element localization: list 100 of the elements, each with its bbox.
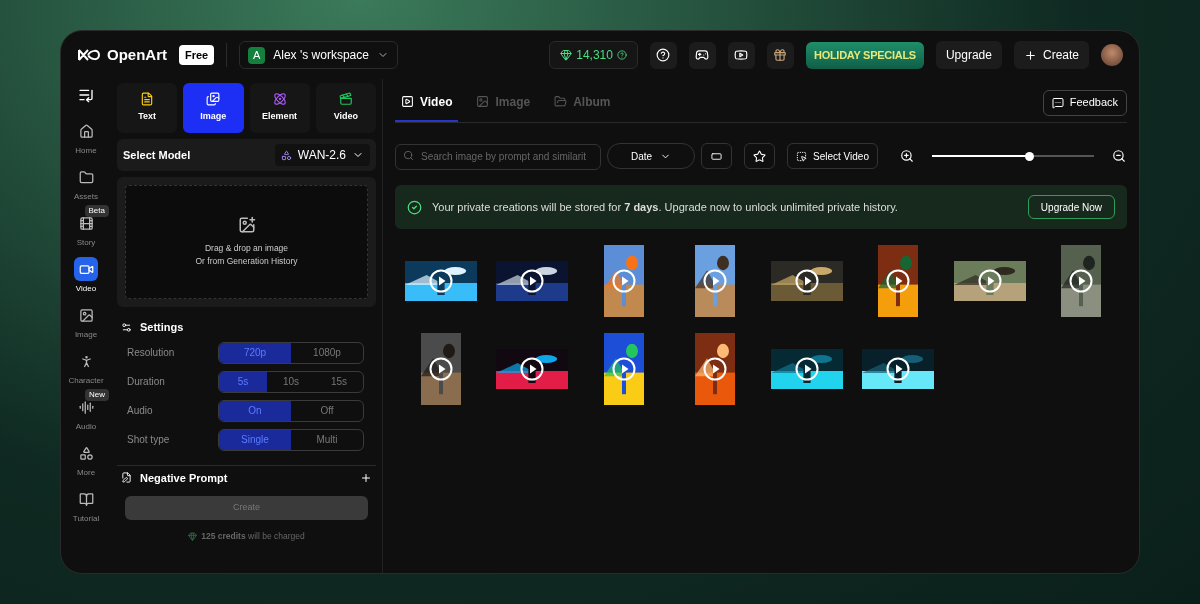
nav-badge: Beta (84, 205, 109, 217)
star-icon (753, 149, 766, 163)
clapperboard-icon (338, 92, 353, 107)
play-button-icon[interactable] (428, 357, 453, 381)
gift-icon (773, 48, 788, 62)
feedback-button[interactable]: Feedback (1042, 89, 1127, 116)
rows-icon (711, 150, 722, 162)
search-icon (403, 150, 414, 161)
segment-option[interactable]: 10s (267, 371, 315, 392)
user-avatar[interactable] (1101, 44, 1123, 66)
search-field[interactable]: Search image by prompt and similarit (395, 143, 601, 170)
controller-icon (695, 48, 710, 62)
nav-item[interactable]: Assets (63, 163, 109, 203)
banner-message: Your private creations will be stored for 7 days. Upgrade now to unlock unlimited private history. (432, 199, 898, 215)
play-button-icon[interactable] (520, 357, 545, 381)
sound-wave-icon (78, 399, 94, 415)
nav-item[interactable]: More (63, 439, 109, 479)
select-icon (796, 150, 807, 162)
circles-icon (272, 92, 287, 107)
play-button-icon[interactable] (520, 269, 545, 293)
select-video-button[interactable]: Select Video (787, 143, 878, 169)
home-icon (78, 123, 94, 139)
setting-label: Resolution (127, 346, 175, 360)
help-icon (656, 48, 671, 62)
layout-button[interactable] (701, 143, 732, 169)
play-button-icon[interactable] (703, 269, 728, 293)
play-button-icon[interactable] (611, 357, 636, 381)
section-title: Settings (140, 320, 184, 335)
nav-label: Story (76, 237, 96, 249)
upgrade-button[interactable]: Upgrade (935, 41, 1002, 69)
setting-label: Duration (127, 375, 165, 389)
zoom-out-icon[interactable] (1111, 149, 1126, 163)
segment-option[interactable]: 5s (219, 371, 267, 392)
play-button-icon[interactable] (703, 357, 728, 381)
upgrade-now-button[interactable]: Upgrade Now (1027, 195, 1115, 219)
segment-option[interactable]: 720p (219, 342, 291, 363)
nav-label: Image (74, 329, 98, 341)
note-icon (121, 472, 132, 484)
play-button-icon[interactable] (886, 357, 911, 381)
infinity-logo-icon (77, 48, 101, 62)
segment-option[interactable]: 1080p (291, 342, 363, 363)
nav-item[interactable]: Character (63, 347, 109, 387)
expand-button[interactable] (360, 471, 372, 484)
segment-option[interactable]: On (219, 400, 291, 421)
segment-option[interactable]: Single (219, 429, 291, 450)
brand-name: OpenArt (107, 44, 167, 65)
model-logo-icon (280, 149, 292, 161)
mode-tab[interactable]: Element (249, 83, 310, 133)
play-icon (734, 48, 749, 62)
icon-button[interactable] (649, 41, 677, 69)
book-icon (78, 491, 94, 507)
library-tab[interactable]: Video (395, 83, 459, 122)
credits-button[interactable]: 14,310 (549, 41, 638, 69)
settings-icon (121, 321, 132, 333)
icon-button[interactable] (766, 41, 794, 69)
icon-button[interactable] (727, 41, 755, 69)
dropzone-text: Or from Generation History (195, 255, 298, 268)
workspace-selector[interactable]: A Alex 's workspace (239, 41, 398, 69)
icon-button[interactable] (688, 41, 716, 69)
play-button-icon[interactable] (794, 269, 819, 293)
diamond-icon (188, 531, 198, 541)
play-button-icon[interactable] (886, 269, 911, 293)
folder-icon (78, 169, 94, 185)
image-icon (78, 307, 94, 323)
play-button-icon[interactable] (794, 357, 819, 381)
play-button-icon[interactable] (1069, 269, 1094, 293)
menu-icon[interactable] (78, 87, 94, 103)
nav-item[interactable]: Tutorial (63, 485, 109, 525)
create-button[interactable]: Create (1013, 41, 1089, 69)
play-button-icon[interactable] (977, 269, 1002, 293)
nav-label: Audio (75, 421, 97, 433)
segment-option[interactable]: Multi (291, 429, 363, 450)
image-icon (476, 95, 490, 108)
nav-item[interactable]: Image (63, 301, 109, 341)
nav-label: Home (75, 145, 97, 157)
workspace-avatar: A (248, 46, 266, 64)
mode-tab[interactable]: Video (315, 83, 376, 133)
nav-label: Character (68, 375, 104, 387)
image-dropzone[interactable]: Drag & drop an image Or from Generation History (125, 185, 368, 299)
favorites-button[interactable] (744, 143, 775, 169)
mode-tab[interactable]: Text (117, 83, 178, 133)
credit-cost-note: 125 credits will be charged (201, 530, 305, 543)
nav-badge: New (85, 389, 109, 401)
film-reel-icon (78, 215, 94, 231)
plus-icon (360, 471, 372, 484)
setting-label: Shot type (127, 433, 170, 447)
play-button-icon[interactable] (428, 269, 453, 293)
help-icon (616, 50, 627, 60)
zoom-slider[interactable] (931, 151, 1094, 161)
mode-tab[interactable]: Image (183, 83, 244, 133)
nav-label: Assets (74, 191, 98, 203)
segment-option[interactable]: 15s (315, 371, 363, 392)
model-label: Select Model (123, 147, 191, 163)
model-selector[interactable]: WAN-2.6 (274, 144, 370, 166)
nav-item[interactable]: Video (63, 255, 109, 295)
zoom-in-icon[interactable] (899, 149, 914, 163)
promo-button[interactable]: HOLIDAY SPECIALS (805, 41, 924, 69)
nav-item[interactable]: Home (63, 117, 109, 157)
nav-label: More (76, 467, 96, 479)
segment-option[interactable]: Off (291, 400, 363, 421)
